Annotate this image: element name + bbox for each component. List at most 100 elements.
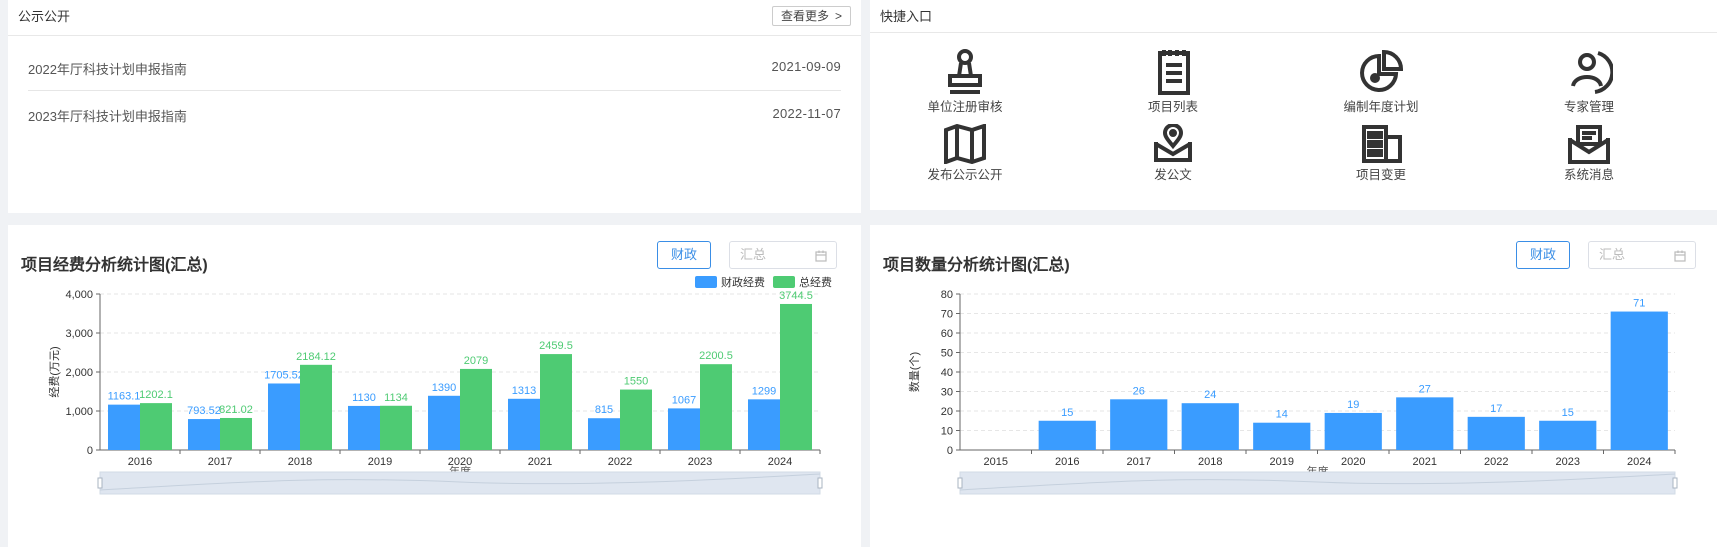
quick-entry-title: 快捷入口: [880, 9, 933, 24]
quick-item-publish[interactable]: 发布公示公开: [900, 124, 1030, 183]
bar: [1038, 420, 1096, 450]
y-tick-label: 60: [941, 328, 953, 340]
x-tick-label: 2019: [368, 456, 392, 468]
bar: [1396, 397, 1454, 450]
x-tick-label: 2018: [288, 456, 312, 468]
x-tick-label: 2024: [1627, 456, 1651, 468]
notice-panel: 公示公开 查看更多 > 2022年厅科技计划申报指南 2021-09-09 202…: [8, 0, 861, 213]
data-label: 821.02: [219, 404, 253, 416]
y-tick-label: 1,000: [65, 406, 93, 418]
quick-item-label: 发布公示公开: [927, 168, 1003, 182]
data-label: 15: [1562, 407, 1574, 419]
x-tick-label: 2023: [688, 456, 712, 468]
bar: [220, 417, 252, 450]
legend-label: 财政经费: [721, 275, 765, 289]
data-label: 1202.1: [139, 389, 173, 401]
count-chart-panel: 项目数量分析统计图(汇总) 财政 汇总 0 10 20 30 40 50 60 70 80 数量(…: [870, 225, 1717, 547]
y-tick-label: 20: [941, 406, 953, 418]
bar: [1324, 412, 1382, 450]
bar: [140, 403, 172, 450]
notice-item[interactable]: 2023年厅科技计划申报指南 2022-11-07: [28, 92, 841, 138]
view-more-button[interactable]: 查看更多 >: [771, 6, 851, 26]
y-tick-label: 2,000: [65, 367, 93, 379]
quick-item-project-change[interactable]: 项目变更: [1316, 124, 1446, 183]
data-label: 1067: [672, 394, 696, 406]
data-label: 1134: [384, 392, 408, 404]
data-label: 27: [1419, 383, 1431, 395]
zoom-handle-left: [97, 477, 103, 489]
zoom-slider-track: [959, 471, 1676, 495]
notice-item-date: 2022-11-07: [772, 106, 841, 121]
bar: [700, 364, 732, 450]
quick-item-label: 专家管理: [1563, 100, 1614, 114]
y-tick-label: 40: [941, 367, 953, 379]
y-tick-label: 3,000: [65, 328, 93, 340]
quick-item-send-document[interactable]: 发公文: [1108, 124, 1238, 183]
bar: [268, 383, 300, 450]
x-tick-label: 2022: [1484, 456, 1508, 468]
bar: [748, 399, 780, 450]
bar: [348, 405, 380, 450]
quick-entry-panel: 快捷入口 单位注册审核 项目列表 编制年度计划 专家管理 发布公示公开 发公文 …: [870, 0, 1717, 210]
x-tick-label: 2017: [1127, 456, 1151, 468]
legend-swatch: [695, 276, 717, 288]
y-tick-label: 80: [941, 289, 953, 301]
x-tick-label: 2015: [984, 456, 1008, 468]
data-label: 1163.1: [108, 391, 141, 403]
bar: [780, 303, 812, 450]
list-icon: [1158, 50, 1190, 95]
bar: [188, 419, 220, 450]
expert-icon: [1571, 51, 1613, 94]
data-label: 1313: [512, 385, 536, 397]
y-tick-label: 4,000: [65, 289, 93, 301]
data-label: 15: [1061, 407, 1073, 419]
bar: [1181, 403, 1239, 450]
bar: [1467, 416, 1525, 450]
x-tick-label: 2018: [1198, 456, 1222, 468]
data-label: 1130: [352, 392, 376, 404]
data-label: 1299: [752, 385, 776, 397]
notice-item-title[interactable]: 2022年厅科技计划申报指南: [28, 59, 187, 78]
quick-item-label: 项目变更: [1355, 168, 1406, 182]
notice-item-title[interactable]: 2023年厅科技计划申报指南: [28, 106, 187, 125]
quick-item-label: 项目列表: [1147, 100, 1198, 114]
zoom-slider-track: [99, 471, 821, 495]
zoom-handle-right: [1672, 477, 1678, 489]
x-tick-label: 2021: [1413, 456, 1437, 468]
x-tick-label: 2016: [128, 456, 152, 468]
funding-bar-chart: 0 1,000 2,000 3,000 4,000 经费(万元) 2016 1163.1120…: [48, 275, 832, 495]
x-tick-label: 2024: [768, 456, 792, 468]
x-tick-label: 2016: [1055, 456, 1079, 468]
stamp-icon: [948, 49, 982, 94]
quick-item-annual-plan[interactable]: 编制年度计划: [1316, 48, 1446, 115]
data-label: 2079: [464, 355, 488, 367]
data-label: 3744.5: [779, 290, 813, 302]
data-label: 1705.52: [264, 369, 304, 381]
bar: [1539, 420, 1597, 450]
data-label: 19: [1347, 399, 1359, 411]
x-tick-label: 2019: [1270, 456, 1294, 468]
zoom-handle-left: [957, 477, 963, 489]
data-label: 26: [1133, 385, 1145, 397]
y-tick-label: 70: [941, 309, 953, 321]
quick-item-project-list[interactable]: 项目列表: [1108, 48, 1238, 115]
data-label: 793.52: [187, 405, 221, 417]
notice-item[interactable]: 2022年厅科技计划申报指南 2021-09-09: [28, 45, 841, 91]
quick-item-label: 系统消息: [1563, 168, 1614, 182]
quick-item-system-message[interactable]: 系统消息: [1524, 124, 1654, 183]
chevron-right-icon: >: [834, 9, 842, 23]
y-tick-label: 0: [87, 445, 93, 457]
quick-item-unit-review[interactable]: 单位注册审核: [900, 48, 1030, 115]
zoom-handle-right: [817, 477, 823, 489]
x-tick-label: 2023: [1556, 456, 1580, 468]
bar: [668, 408, 700, 450]
data-label: 2459.5: [539, 340, 573, 352]
quick-divider: [870, 32, 1717, 33]
quick-item-expert[interactable]: 专家管理: [1524, 48, 1654, 115]
x-tick-label: 2022: [608, 456, 632, 468]
funding-chart-panel: 项目经费分析统计图(汇总) 财政 汇总 0 1,000 2,000 3,000 4,00…: [8, 225, 861, 547]
data-label: 24: [1204, 389, 1216, 401]
message-icon: [1568, 125, 1610, 164]
mail-pin-icon: [1154, 124, 1192, 162]
legend-label: 总经费: [799, 275, 832, 289]
